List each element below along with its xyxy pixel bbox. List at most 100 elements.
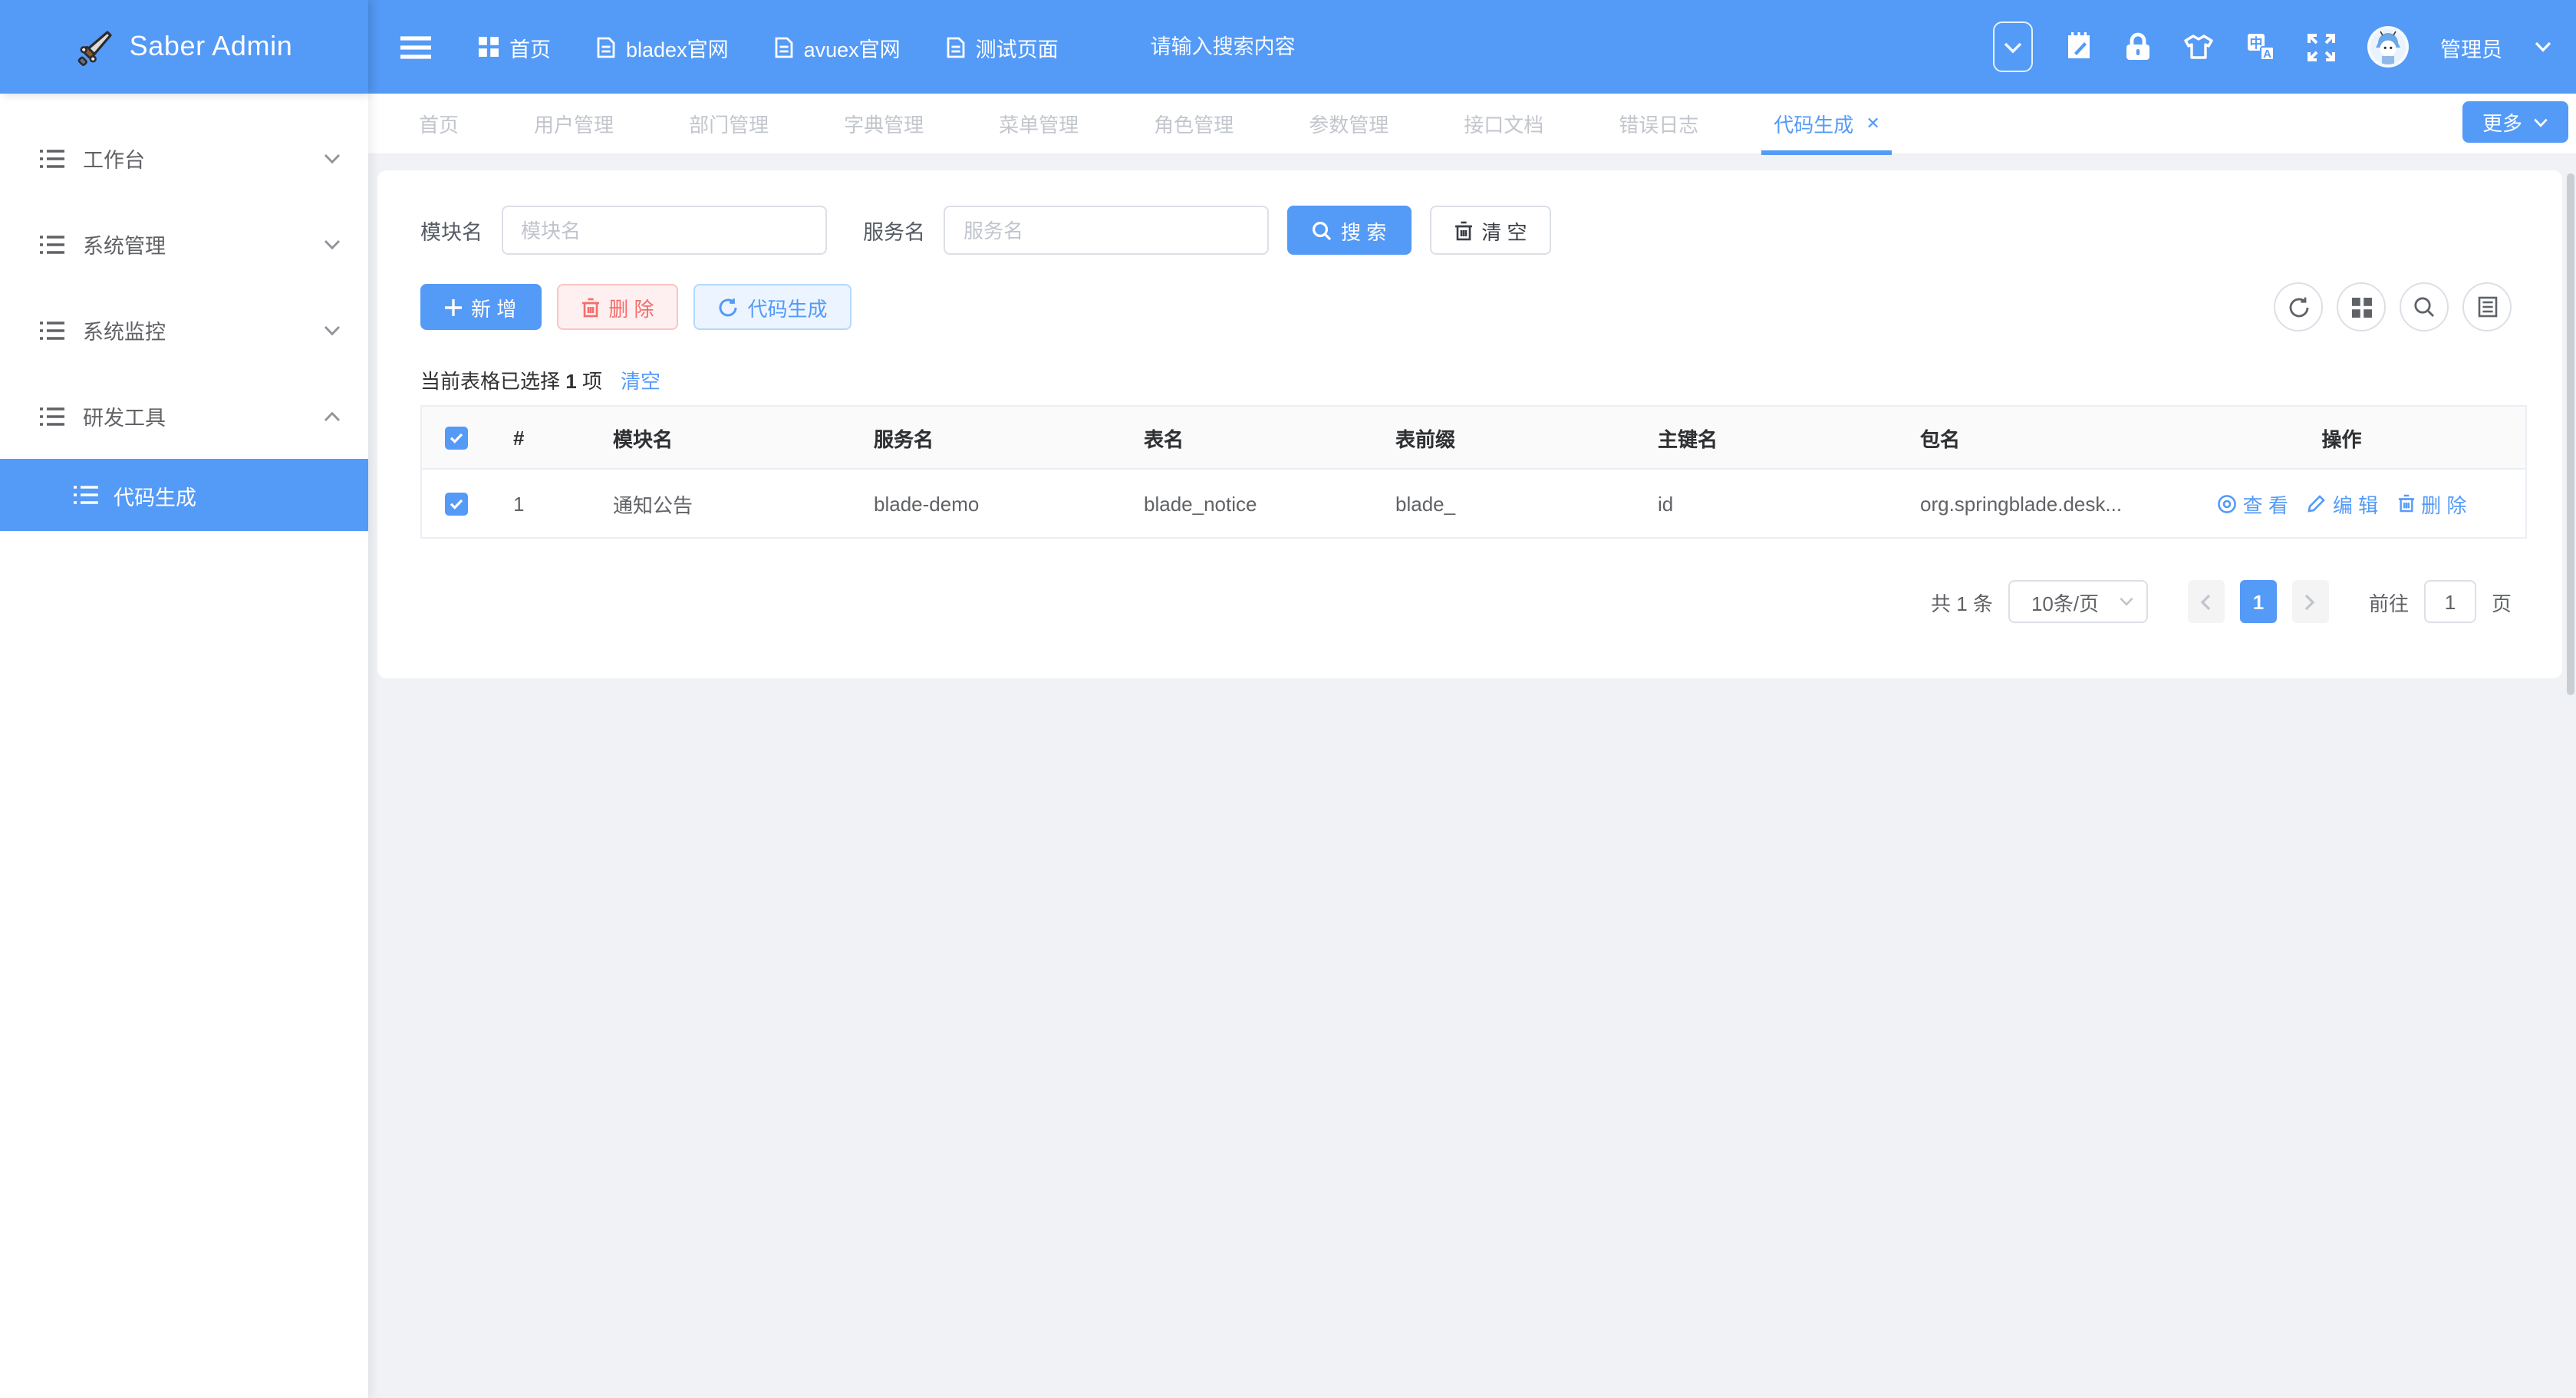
grid-view-icon[interactable] (2337, 282, 2386, 331)
document-icon (775, 36, 793, 58)
next-page-button[interactable] (2292, 580, 2329, 623)
tab-param-mgmt[interactable]: 参数管理 (1309, 93, 1388, 154)
topnav-item-test-page[interactable]: 测试页面 (947, 31, 1059, 62)
tab-label: 用户管理 (534, 109, 614, 138)
tab-api-docs[interactable]: 接口文档 (1464, 93, 1543, 154)
grid-icon (479, 37, 499, 57)
tab-close-icon[interactable]: ✕ (1866, 114, 1879, 134)
selection-count: 1 (565, 370, 576, 393)
translate-icon[interactable]: 中 A (2245, 32, 2275, 61)
global-search-input[interactable] (1151, 35, 1381, 58)
tab-dict-mgmt[interactable]: 字典管理 (844, 93, 924, 154)
col-header-module: 模块名 (591, 406, 852, 469)
tab-label: 错误日志 (1619, 109, 1698, 138)
page-number-1[interactable]: 1 (2240, 580, 2277, 623)
user-avatar[interactable] (2367, 26, 2408, 68)
search-toggle-icon[interactable] (2400, 282, 2449, 331)
document-icon (597, 36, 615, 58)
topnav-item-home[interactable]: 首页 (479, 31, 551, 62)
list-icon (74, 485, 98, 505)
topnav-label: avuex官网 (804, 31, 901, 62)
topnav: 首页 bladex官网 avuex官网 (479, 31, 1059, 62)
tab-label: 菜单管理 (999, 109, 1079, 138)
sidebar-item-codegen[interactable]: 代码生成 (0, 459, 368, 531)
more-label: 更多 (2482, 107, 2522, 137)
module-name-label: 模块名 (420, 215, 483, 246)
table-row[interactable]: 1 通知公告 blade-demo blade_notice blade_ id… (421, 469, 2526, 538)
tab-label: 角色管理 (1154, 109, 1234, 138)
plus-icon (445, 298, 462, 315)
changelog-icon[interactable] (2064, 32, 2092, 61)
tab-label: 代码生成 (1774, 109, 1853, 138)
fullscreen-icon[interactable] (2307, 33, 2334, 61)
topnav-item-avuex[interactable]: avuex官网 (775, 31, 901, 62)
cell-prefix: blade_ (1374, 469, 1636, 538)
chevron-up-icon (324, 410, 341, 421)
sidebar-item-system-monitor[interactable]: 系统监控 (0, 287, 368, 373)
col-header-pk: 主键名 (1636, 406, 1899, 469)
chevron-down-icon (324, 325, 341, 335)
lock-icon[interactable] (2124, 32, 2150, 61)
tab-menu-mgmt[interactable]: 菜单管理 (999, 93, 1079, 154)
tab-dept-mgmt[interactable]: 部门管理 (689, 93, 769, 154)
user-name[interactable]: 管理员 (2440, 31, 2502, 62)
tab-error-log[interactable]: 错误日志 (1619, 93, 1698, 154)
goto-label: 前往 (2369, 587, 2409, 616)
grid-toolbar-icons (2274, 282, 2512, 331)
topnav-label: 测试页面 (976, 31, 1059, 62)
selection-summary: 当前表格已选择 1 项 清空 (420, 365, 2512, 394)
pencil-icon (2308, 494, 2327, 513)
menu-collapse-icon[interactable] (390, 21, 442, 73)
prev-page-button[interactable] (2188, 580, 2225, 623)
list-icon (40, 406, 64, 426)
refresh-icon[interactable] (2274, 282, 2323, 331)
add-button[interactable]: 新 增 (420, 284, 541, 330)
row-delete-link[interactable]: 删 除 (2398, 489, 2466, 518)
module-name-input[interactable] (501, 206, 826, 255)
clear-button[interactable]: 清 空 (1429, 206, 1551, 255)
chevron-down-icon (324, 239, 341, 249)
sidebar-item-dev-tools[interactable]: 研发工具 (0, 373, 368, 459)
tab-label: 字典管理 (844, 109, 924, 138)
goto-page-input[interactable] (2424, 580, 2476, 623)
app-window: Saber Admin 首页 (0, 0, 2576, 1398)
search-button[interactable]: 搜 索 (1287, 206, 1411, 255)
delete-button-label: 删 除 (608, 292, 654, 321)
col-header-prefix: 表前缀 (1374, 406, 1636, 469)
col-header-actions: 操作 (2158, 406, 2526, 469)
codegen-button[interactable]: 代码生成 (694, 284, 852, 330)
cell-table: blade_notice (1122, 469, 1374, 538)
user-menu-chevron-icon[interactable] (2535, 41, 2551, 52)
sidebar-item-label: 研发工具 (83, 401, 324, 431)
chevron-down-icon (324, 153, 341, 163)
active-tab-underline (1761, 150, 1892, 154)
vertical-scrollbar[interactable] (2567, 173, 2574, 695)
service-name-input[interactable] (944, 206, 1269, 255)
clear-selection-link[interactable]: 清空 (621, 365, 660, 394)
page-size-select[interactable]: 10条/页 (2008, 580, 2148, 623)
table-header-row: # 模块名 服务名 表名 表前缀 主键名 包名 操作 (421, 406, 2526, 469)
topnav-item-bladex[interactable]: bladex官网 (597, 31, 729, 62)
tab-role-mgmt[interactable]: 角色管理 (1154, 93, 1234, 154)
row-view-link[interactable]: 查 看 (2217, 489, 2288, 518)
row-edit-link[interactable]: 编 辑 (2308, 489, 2378, 518)
delete-button[interactable]: 删 除 (556, 284, 678, 330)
tab-user-mgmt[interactable]: 用户管理 (534, 93, 614, 154)
col-header-index: # (492, 406, 591, 469)
row-select-cell (421, 469, 492, 538)
sidebar-item-system-mgmt[interactable]: 系统管理 (0, 201, 368, 287)
sidebar-item-workbench[interactable]: 工作台 (0, 115, 368, 201)
more-tabs-button[interactable]: 更多 (2462, 101, 2568, 143)
tab-home[interactable]: 首页 (419, 93, 459, 154)
theme-shirt-icon[interactable] (2182, 34, 2213, 60)
pagination: 共 1 条 10条/页 1 前往 页 (420, 580, 2512, 623)
column-settings-icon[interactable] (2462, 282, 2512, 331)
tab-codegen-active[interactable]: 代码生成 ✕ (1774, 93, 1879, 154)
top-collapse-button[interactable] (1992, 21, 2032, 72)
select-all-checkbox[interactable] (446, 427, 469, 450)
tab-label: 参数管理 (1309, 109, 1388, 138)
search-button-label: 搜 索 (1341, 216, 1386, 245)
list-icon (40, 148, 64, 168)
document-icon (947, 36, 965, 58)
row-checkbox[interactable] (446, 493, 469, 516)
